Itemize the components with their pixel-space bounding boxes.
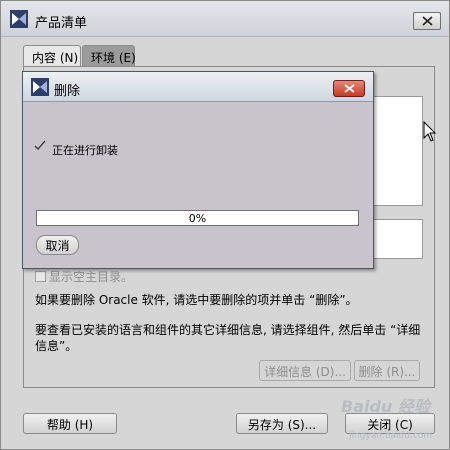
show-empty-dirs-label: 显示空主目录。 (49, 270, 134, 284)
oracle-logo-icon (10, 10, 28, 28)
uninstall-status-text: 正在进行卸装 (52, 144, 118, 157)
tab-environment-label: 环境 (E) (91, 51, 136, 65)
show-empty-dirs[interactable]: 显示空主目录。 (35, 268, 133, 285)
window-titlebar[interactable]: 产品清单 (1, 1, 449, 37)
window-close-button[interactable] (413, 12, 441, 30)
progress-bar: 0% (36, 210, 359, 226)
close-icon (344, 84, 355, 93)
save-as-button[interactable]: 另存为 (S)... (236, 413, 328, 434)
baidu-watermark: Baidu 经验 (341, 397, 430, 416)
details-button[interactable]: 详细信息 (D)... (259, 360, 351, 381)
checkmark-icon (34, 139, 46, 153)
mouse-cursor-icon (423, 120, 437, 146)
tab-contents-label: 内容 (N) (32, 51, 79, 65)
progress-percent: 0% (188, 212, 207, 225)
close-icon (422, 16, 433, 26)
tab-environment[interactable]: 环境 (E) (82, 45, 136, 67)
help-button[interactable]: 帮助 (H) (23, 413, 117, 434)
delete-dialog-title: 删除 (54, 84, 81, 99)
inventory-tree[interactable] (373, 96, 423, 206)
delete-dialog-body (34, 106, 364, 261)
oracle-logo-icon (31, 78, 49, 96)
cancel-button[interactable]: 取消 (36, 235, 79, 255)
location-list[interactable] (373, 219, 423, 259)
delete-dialog-close-button[interactable] (333, 80, 365, 97)
show-empty-dirs-checkbox[interactable] (35, 271, 46, 282)
details-instruction: 要查看已安装的语言和组件的其它详细信息, 请选择组件, 然后单击 “详细信息”。 (35, 323, 421, 353)
tab-contents[interactable]: 内容 (N) (23, 45, 81, 67)
baidu-watermark-url: jingyan.baidu.com (349, 431, 433, 441)
delete-dialog-titlebar[interactable]: 删除 (23, 72, 373, 102)
window-title: 产品清单 (35, 16, 88, 31)
delete-button[interactable]: 删除 (R)... (354, 360, 420, 381)
delete-instruction: 如果要删除 Oracle 软件, 请选中要删除的项并单击 “删除”。 (35, 293, 358, 307)
